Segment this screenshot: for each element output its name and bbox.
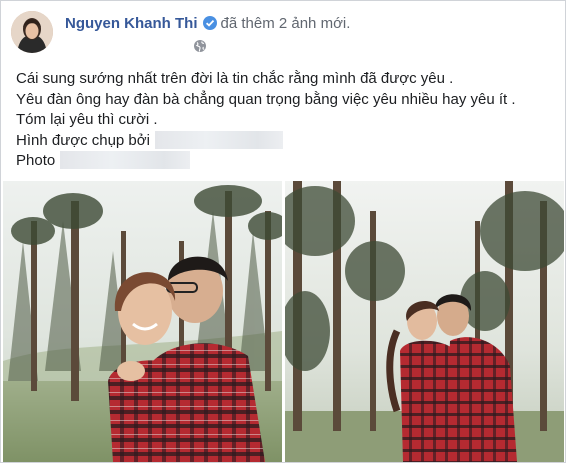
author-name[interactable]: Nguyen Khanh Thi — [65, 15, 198, 32]
photographer-label: Hình được chụp bởi — [16, 131, 150, 149]
couple-forest-photo-2[interactable] — [285, 181, 564, 462]
post-line-4: Hình được chụp bởi — [16, 130, 556, 152]
avatar[interactable] — [11, 11, 53, 53]
post-line-1: Cái sung sướng nhất trên đời là tin chắc… — [16, 70, 454, 87]
post-line-5: Photo — [16, 151, 556, 172]
globe-icon[interactable] — [193, 39, 207, 53]
post-line-2: Yêu đàn ông hay đàn bà chẳng quan trọng … — [16, 90, 516, 108]
post-action-text: đã thêm 2 ảnh mới. — [220, 15, 351, 32]
couple-forest-photo-1[interactable] — [3, 181, 282, 462]
redacted-photo-credit — [60, 151, 191, 169]
post-message: Cái sung sướng nhất trên đời là tin chắc… — [16, 69, 556, 172]
facebook-post-card: Nguyen Khanh Thi đã thêm 2 ảnh mới. Cái s… — [0, 0, 566, 463]
redacted-photographer-name — [154, 130, 283, 149]
photo-grid — [3, 181, 564, 462]
post-header: Nguyen Khanh Thi đã thêm 2 ảnh mới. — [11, 11, 551, 59]
author-line: Nguyen Khanh Thi đã thêm 2 ảnh mới. — [65, 15, 350, 32]
post-line-3: Tóm lại yêu thì cười . — [16, 111, 158, 128]
verified-badge-icon — [202, 16, 217, 30]
photo-label: Photo — [16, 152, 56, 169]
